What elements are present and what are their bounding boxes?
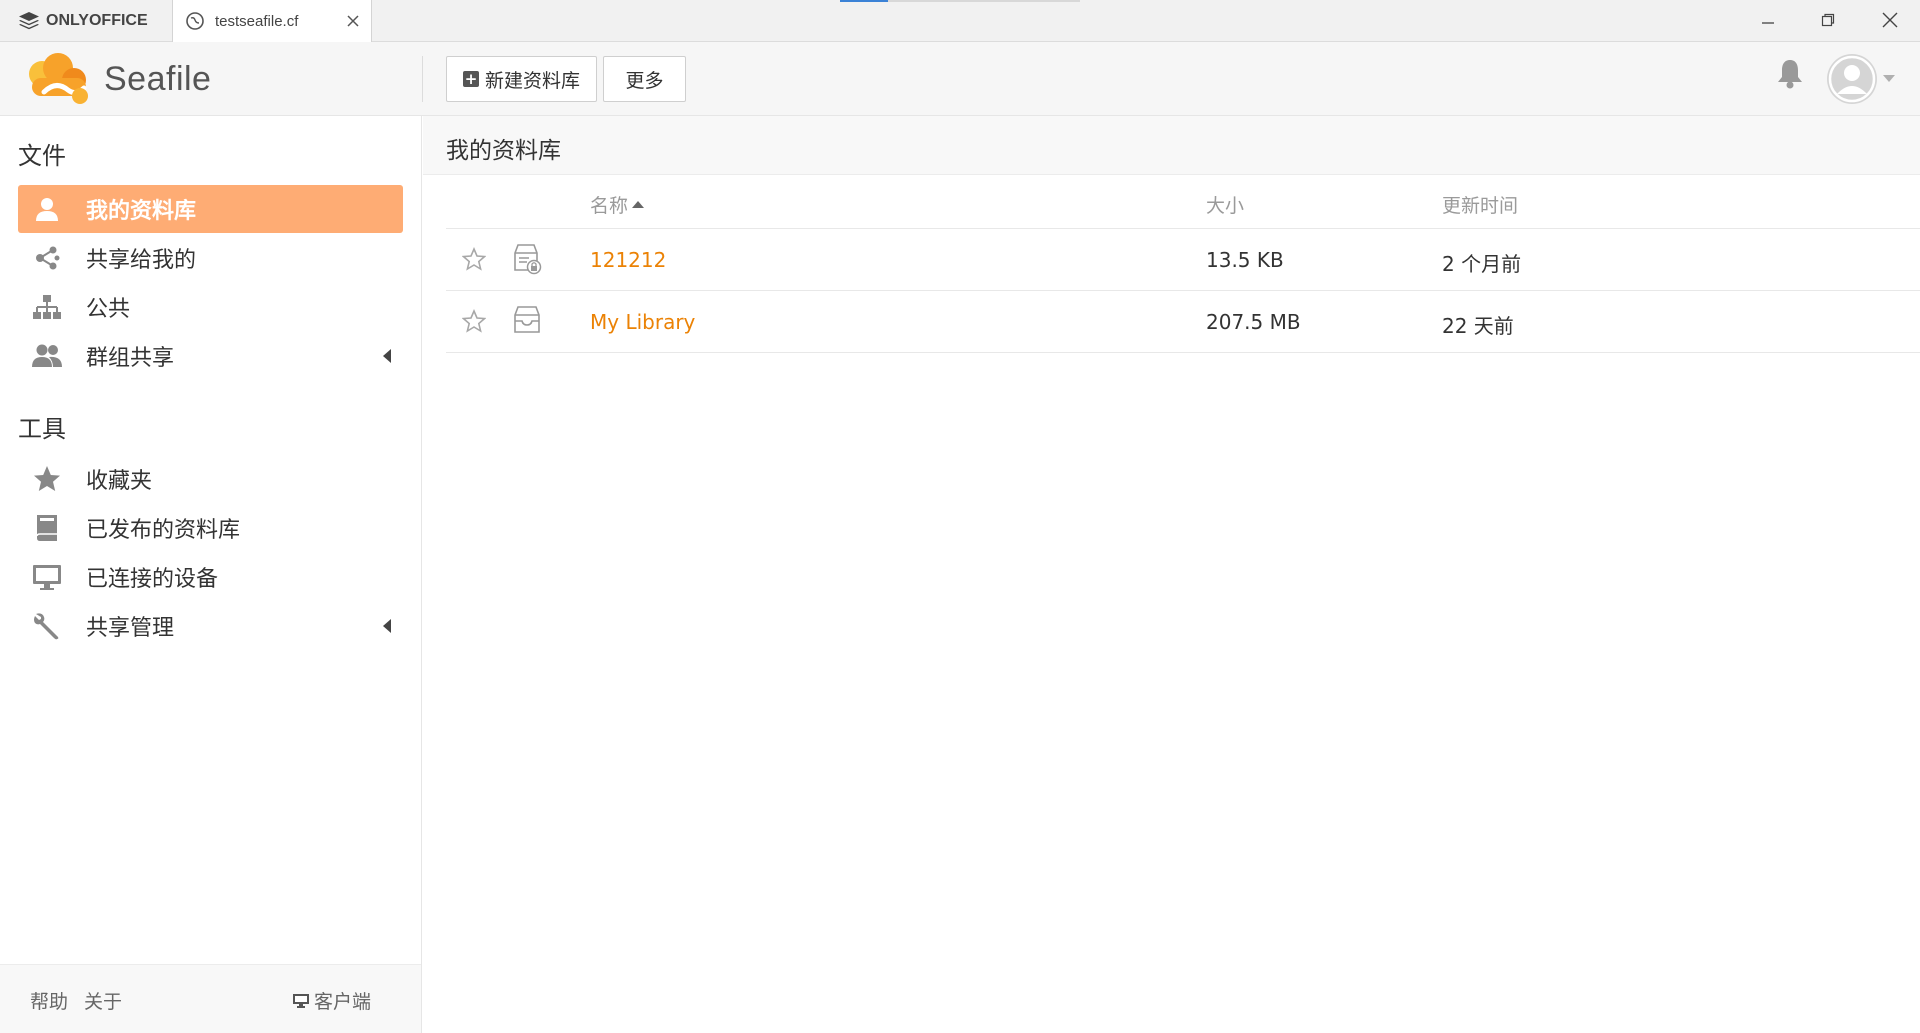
library-icon [514, 306, 540, 333]
seafile-cloud-logo-icon [29, 53, 88, 104]
sidebar: 文件 我的资料库 共享给我的 公共 群组共享 工具 收藏夹 已发布的资料库 已连… [0, 116, 422, 1033]
name-column-header[interactable]: 名称 [590, 191, 645, 218]
more-label: 更多 [625, 69, 664, 92]
library-size: 207.5 MB [1206, 310, 1301, 334]
table-row[interactable]: My Library 207.5 MB 22 天前 [446, 291, 1920, 353]
library-name-link[interactable]: My Library [590, 310, 695, 334]
sidebar-item-favorites[interactable]: 收藏夹 [18, 455, 403, 503]
sidebar-item-label: 收藏夹 [86, 469, 153, 494]
share-icon [30, 241, 64, 275]
sidebar-item-label: 我的资料库 [86, 199, 197, 224]
size-column-label: 大小 [1206, 195, 1245, 217]
library-table: 名称 大小 更新时间 121212 13.5 KB 2 个月前 My Libra… [446, 175, 1920, 353]
table-row[interactable]: 121212 13.5 KB 2 个月前 [446, 229, 1920, 291]
header-divider [422, 56, 423, 102]
sidebar-item-my-libraries[interactable]: 我的资料库 [18, 185, 403, 233]
browser-tab[interactable]: testseafile.cf [172, 0, 372, 42]
tab-title: testseafile.cf [215, 12, 299, 30]
monitor-icon [30, 560, 64, 594]
minimize-icon [1762, 22, 1774, 24]
star-outline-icon[interactable] [462, 247, 486, 271]
library-size: 13.5 KB [1206, 248, 1284, 272]
close-window-button[interactable] [1860, 0, 1920, 40]
app-name: ONLYOFFICE [46, 12, 148, 29]
user-icon [30, 192, 64, 226]
more-button[interactable]: 更多 [603, 56, 686, 102]
library-updated: 2 个月前 [1442, 252, 1522, 276]
sidebar-item-group-shares[interactable]: 群组共享 [18, 332, 403, 380]
sidebar-footer: 帮助 关于 客户端 [0, 964, 421, 1033]
table-header-row: 名称 大小 更新时间 [446, 175, 1920, 229]
notification-bell-icon[interactable] [1776, 58, 1804, 90]
updated-column-header[interactable]: 更新时间 [1442, 191, 1518, 218]
page-title: 我的资料库 [446, 138, 561, 164]
updated-column-label: 更新时间 [1442, 195, 1519, 217]
group-icon [30, 339, 64, 373]
desktop-icon [293, 993, 309, 1008]
expand-caret-icon[interactable] [383, 619, 391, 633]
name-column-label: 名称 [590, 195, 629, 217]
main-header: 我的资料库 [423, 116, 1920, 175]
loading-progress-bar [840, 0, 1080, 2]
help-link[interactable]: 帮助 [30, 987, 68, 1014]
sidebar-item-published-libraries[interactable]: 已发布的资料库 [18, 504, 403, 552]
globe-icon [186, 12, 204, 30]
sort-ascending-icon [632, 201, 645, 208]
sidebar-item-label: 已发布的资料库 [86, 518, 241, 543]
sidebar-item-label: 共享管理 [86, 616, 175, 641]
onlyoffice-brand[interactable]: ONLYOFFICE [18, 0, 148, 42]
close-tab-icon[interactable] [343, 11, 363, 31]
book-icon [30, 511, 64, 545]
loading-progress-fill [840, 0, 888, 2]
library-name-link[interactable]: 121212 [590, 248, 666, 272]
client-link[interactable]: 客户端 [292, 987, 371, 1014]
new-library-button[interactable]: + 新建资料库 [446, 56, 597, 102]
restore-icon [1821, 13, 1835, 27]
wrench-icon [30, 609, 64, 643]
sidebar-item-label: 公共 [86, 297, 131, 322]
user-avatar-icon [1828, 55, 1876, 103]
logo-text: Seafile [104, 59, 212, 98]
main-content: 我的资料库 名称 大小 更新时间 121212 13.5 KB 2 个月前 My… [423, 116, 1920, 1033]
star-outline-icon[interactable] [462, 309, 486, 333]
user-avatar[interactable] [1827, 54, 1877, 104]
restore-button[interactable] [1798, 0, 1858, 40]
sidebar-item-label: 共享给我的 [86, 248, 197, 273]
library-updated: 22 天前 [1442, 314, 1514, 338]
about-link[interactable]: 关于 [84, 987, 122, 1014]
new-library-label: 新建资料库 [484, 69, 580, 92]
sitemap-icon [30, 290, 64, 324]
plus-square-icon: + [462, 70, 479, 88]
sidebar-item-label: 已连接的设备 [86, 567, 219, 592]
tools-heading: 工具 [18, 415, 66, 443]
expand-caret-icon[interactable] [383, 349, 391, 363]
sidebar-item-share-admin[interactable]: 共享管理 [18, 602, 403, 650]
onlyoffice-logo-icon [19, 12, 39, 30]
seafile-logo[interactable]: Seafile [22, 52, 211, 106]
sidebar-item-label: 群组共享 [86, 346, 175, 371]
window-titlebar: ONLYOFFICE testseafile.cf [0, 0, 1920, 42]
client-label: 客户端 [314, 991, 372, 1013]
sidebar-item-linked-devices[interactable]: 已连接的设备 [18, 553, 403, 601]
sidebar-item-public[interactable]: 公共 [18, 283, 403, 331]
sidebar-item-shared-with-me[interactable]: 共享给我的 [18, 234, 403, 282]
files-heading: 文件 [18, 142, 66, 170]
minimize-button[interactable] [1738, 0, 1798, 40]
user-menu-caret-icon[interactable] [1883, 75, 1895, 82]
star-icon [30, 462, 64, 496]
close-icon [1882, 12, 1898, 28]
size-column-header[interactable]: 大小 [1206, 191, 1244, 218]
encrypted-library-icon [514, 244, 542, 275]
app-header: Seafile + 新建资料库 更多 [0, 42, 1920, 116]
